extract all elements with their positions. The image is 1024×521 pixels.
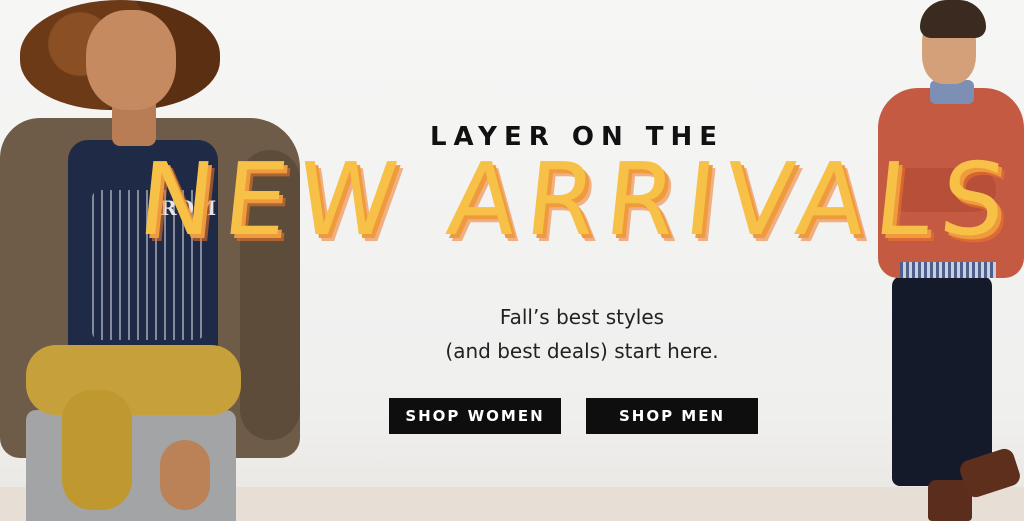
shop-women-button[interactable]: SHOP WOMEN <box>389 398 561 434</box>
hero-banner[interactable]: ROM LAYER ON THE NEW ARRIVALS Fall’s bes… <box>0 0 1024 521</box>
subline-2: (and best deals) start here. <box>445 339 719 363</box>
sweater-knot-shape <box>62 390 132 510</box>
shop-men-button[interactable]: SHOP MEN <box>586 398 758 434</box>
subheadline: Fall’s best styles (and best deals) star… <box>0 300 1024 368</box>
shirt-hem-shape <box>900 262 996 278</box>
face-shape <box>86 10 176 110</box>
hand-shape <box>160 440 210 510</box>
subline-1: Fall’s best styles <box>499 305 665 329</box>
headline: NEW ARRIVALS <box>133 141 1021 258</box>
hair-shape <box>920 0 986 38</box>
